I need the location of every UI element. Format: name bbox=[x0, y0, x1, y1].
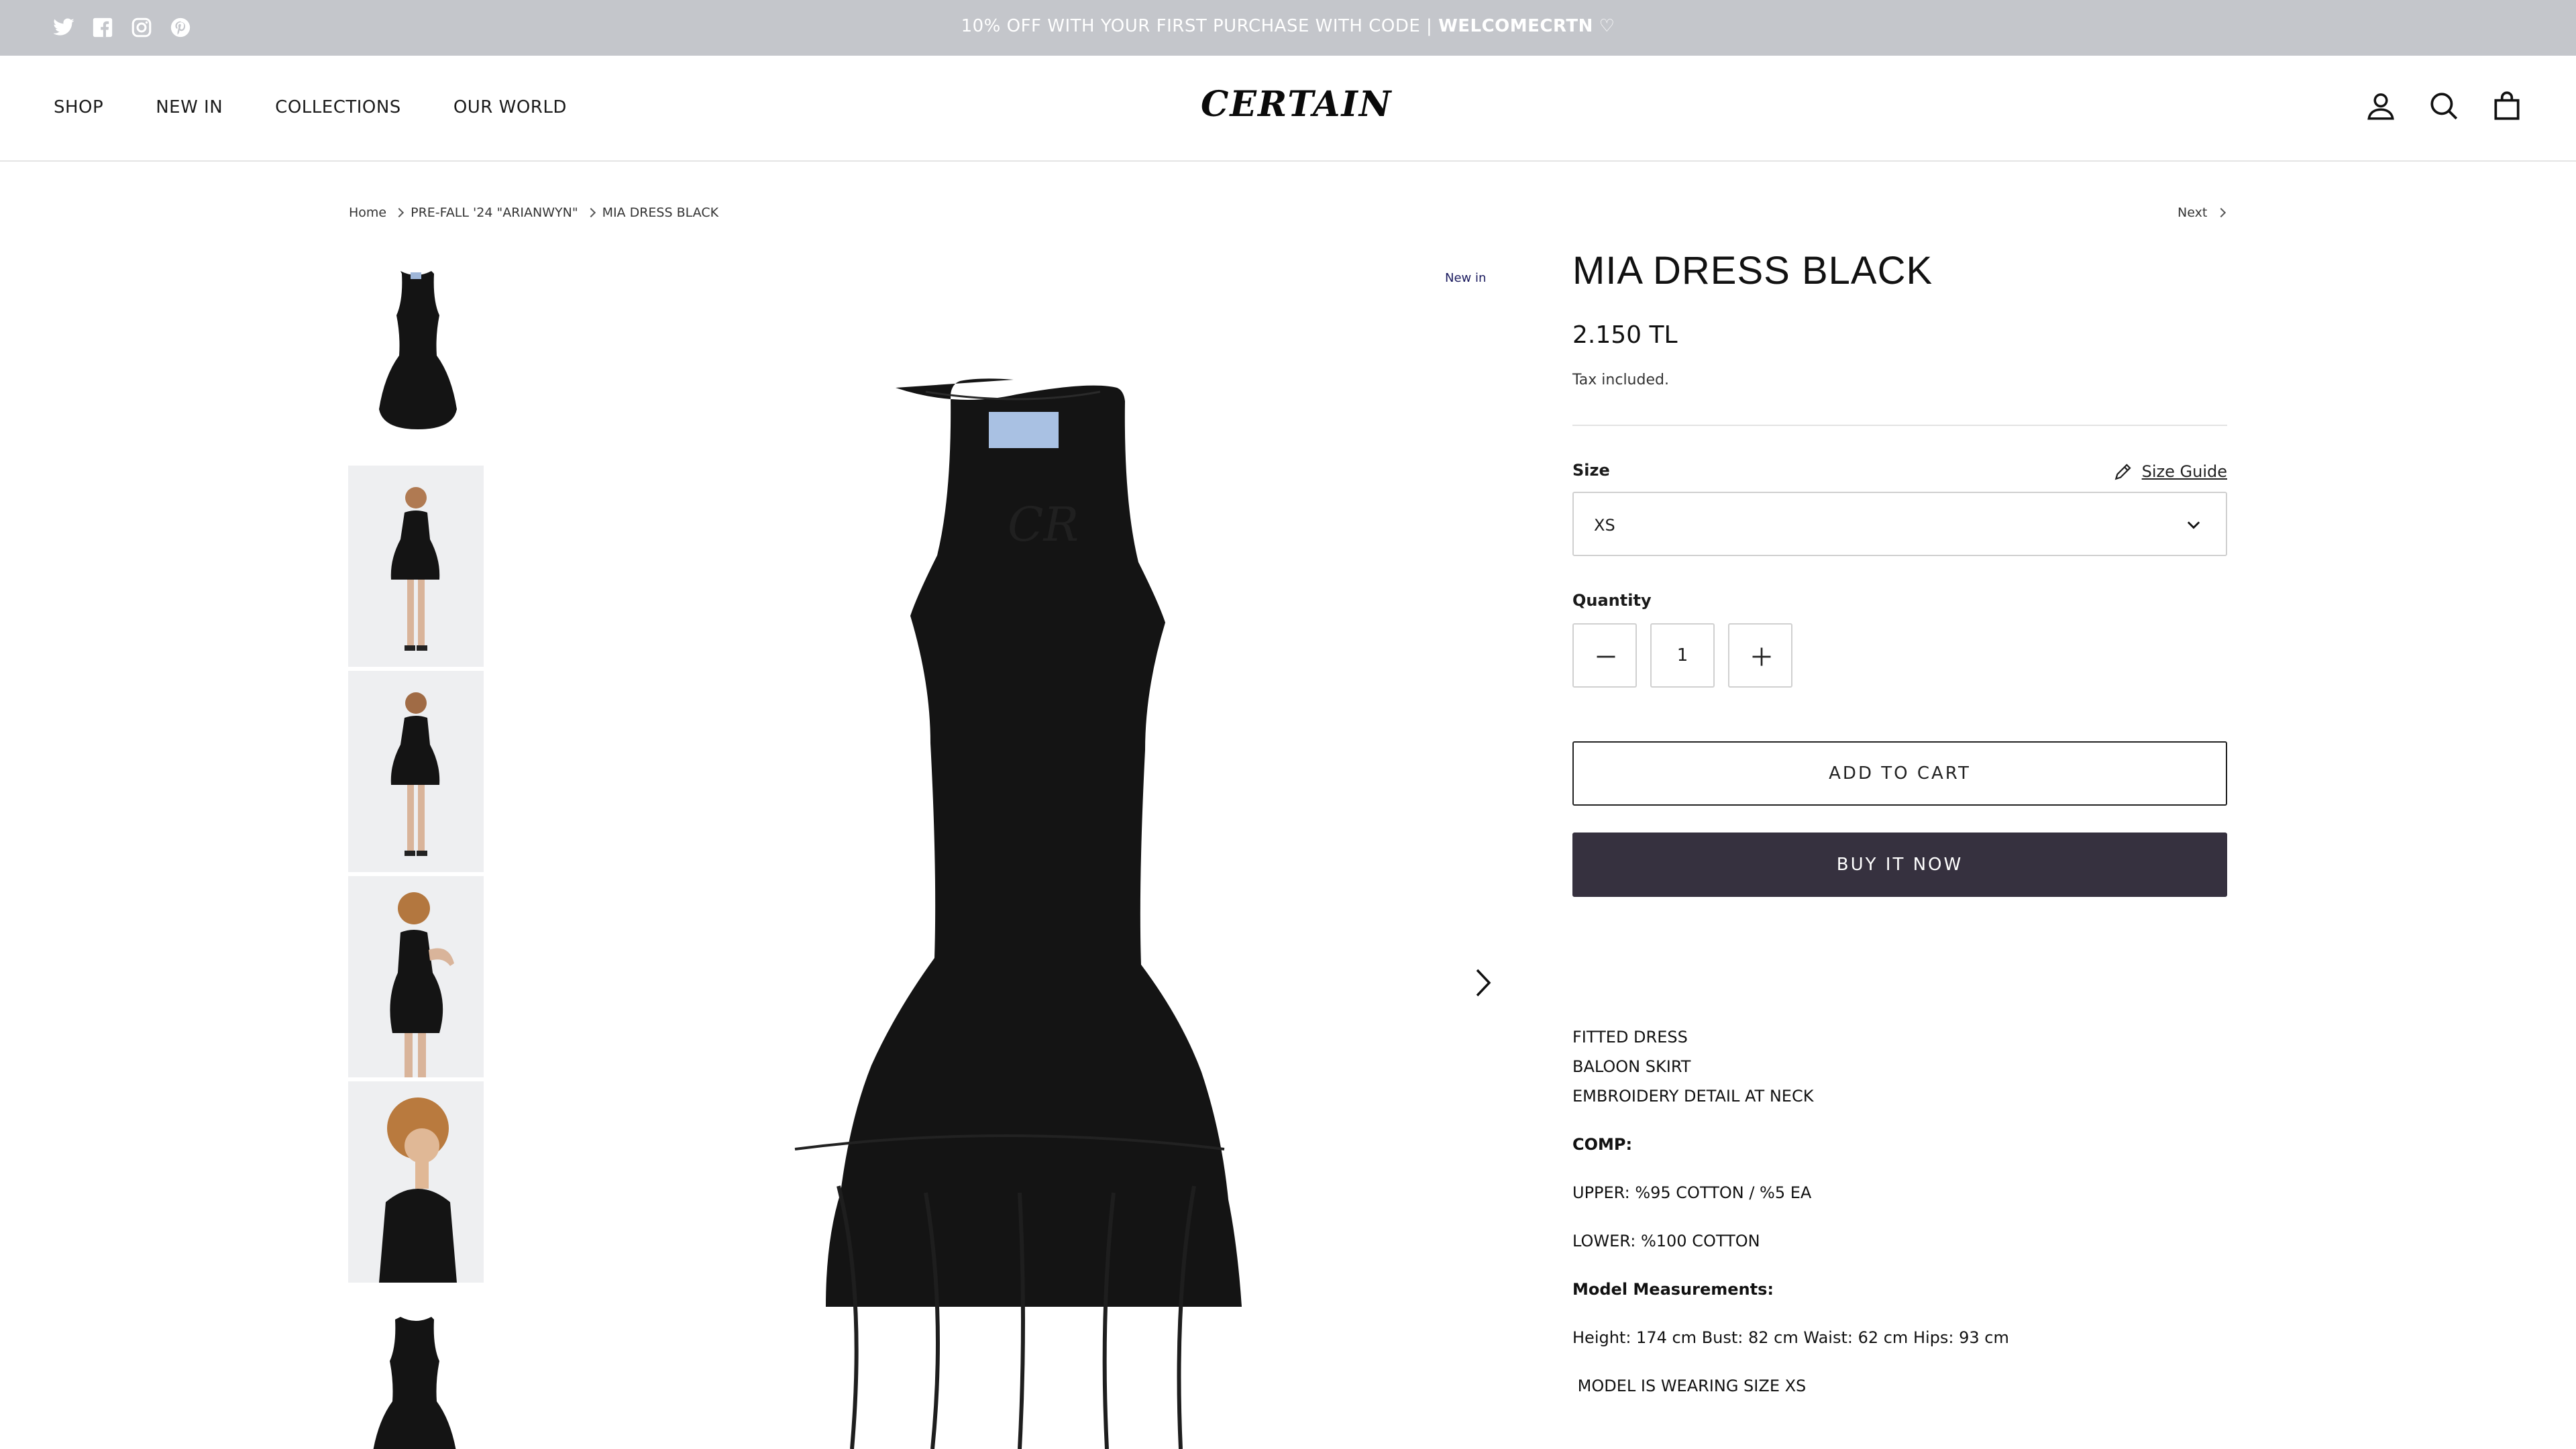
feature-item: FITTED DRESS bbox=[1572, 1028, 1688, 1046]
nav-our-world[interactable]: OUR WORLD bbox=[453, 97, 567, 117]
quantity-stepper: 1 bbox=[1572, 623, 2227, 688]
thumbnail-1[interactable] bbox=[348, 260, 484, 462]
model-size-note: MODEL IS WEARING SIZE XS bbox=[1572, 1377, 1807, 1395]
size-select-value[interactable]: XS bbox=[1594, 516, 1615, 535]
nav-collections[interactable]: COLLECTIONS bbox=[275, 97, 401, 117]
thumbnail-3[interactable] bbox=[348, 671, 484, 872]
comp-lower: LOWER: %100 COTTON bbox=[1572, 1232, 1760, 1250]
divider bbox=[1572, 425, 2227, 426]
quantity-increase-button[interactable] bbox=[1728, 623, 1792, 688]
breadcrumb-collection[interactable]: PRE-FALL '24 "ARIANWYN" bbox=[411, 205, 578, 220]
minus-icon bbox=[1597, 655, 1615, 658]
product-description: FITTED DRESS BALOON SKIRT EMBROIDERY DET… bbox=[1572, 1022, 2227, 1401]
chevron-right-icon bbox=[2216, 207, 2226, 218]
feature-item: BALOON SKIRT bbox=[1572, 1057, 1691, 1076]
breadcrumb: Home PRE-FALL '24 "ARIANWYN" MIA DRESS B… bbox=[349, 205, 718, 220]
comp-label: COMP: bbox=[1572, 1135, 1633, 1154]
tax-note: Tax included. bbox=[1572, 372, 1669, 388]
main-nav: SHOP NEW IN COLLECTIONS OUR WORLD bbox=[54, 97, 619, 117]
buy-now-button[interactable]: BUY IT NOW bbox=[1572, 833, 2227, 897]
thumbnail-5[interactable] bbox=[348, 1081, 484, 1283]
next-label[interactable]: Next bbox=[2178, 205, 2207, 220]
product-title: MIA DRESS BLACK bbox=[1572, 249, 1933, 292]
heart-icon: ♡ bbox=[1593, 16, 1615, 36]
next-product-link[interactable]: Next bbox=[2178, 205, 2226, 220]
promo-message: 10% OFF WITH YOUR FIRST PURCHASE WITH CO… bbox=[0, 16, 2576, 36]
site-header: SHOP NEW IN COLLECTIONS OUR WORLD CERTAI… bbox=[0, 56, 2576, 162]
thumbnail-4[interactable] bbox=[348, 876, 484, 1077]
thumbnail-6[interactable] bbox=[348, 1287, 484, 1449]
ruler-pencil-icon bbox=[2114, 464, 2131, 480]
model-measurements: Height: 174 cm Bust: 82 cm Waist: 62 cm … bbox=[1572, 1328, 2009, 1347]
chevron-down-icon bbox=[2187, 521, 2200, 529]
add-to-cart-button[interactable]: ADD TO CART bbox=[1572, 741, 2227, 806]
quantity-label: Quantity bbox=[1572, 591, 1652, 610]
cart-icon[interactable] bbox=[2490, 89, 2524, 123]
product-info: MIA DRESS BLACK 2.150 TL Tax included. S… bbox=[1572, 248, 2227, 897]
quantity-decrease-button[interactable] bbox=[1572, 623, 1637, 688]
product-price: 2.150 TL bbox=[1572, 321, 1678, 349]
promo-code: WELCOMECRTN bbox=[1438, 16, 1593, 36]
search-icon[interactable] bbox=[2427, 89, 2461, 123]
nav-new-in[interactable]: NEW IN bbox=[156, 97, 223, 117]
promo-text: 10% OFF WITH YOUR FIRST PURCHASE WITH CO… bbox=[961, 16, 1439, 36]
size-guide-link[interactable]: Size Guide bbox=[2112, 461, 2227, 482]
header-actions bbox=[2364, 89, 2524, 123]
chevron-right-icon bbox=[394, 207, 405, 218]
comp-upper: UPPER: %95 COTTON / %5 EA bbox=[1572, 1183, 1812, 1202]
feature-item: EMBROIDERY DETAIL AT NECK bbox=[1572, 1087, 1814, 1106]
model-measurements-label: Model Measurements: bbox=[1572, 1280, 1774, 1299]
breadcrumb-home[interactable]: Home bbox=[349, 205, 386, 220]
announcement-bar: 10% OFF WITH YOUR FIRST PURCHASE WITH CO… bbox=[0, 0, 2576, 56]
quantity-input[interactable]: 1 bbox=[1650, 623, 1715, 688]
size-row: Size Size Guide bbox=[1572, 461, 2227, 481]
size-select[interactable]: XS bbox=[1572, 492, 2227, 556]
breadcrumb-current: MIA DRESS BLACK bbox=[602, 205, 719, 220]
nav-shop[interactable]: SHOP bbox=[54, 97, 103, 117]
size-label: Size bbox=[1572, 461, 1610, 480]
new-in-badge: New in bbox=[1445, 271, 1487, 285]
thumbnail-2[interactable] bbox=[348, 466, 484, 667]
plus-icon bbox=[1752, 647, 1771, 666]
site-logo[interactable]: CERTAIN bbox=[1201, 84, 1391, 125]
chevron-right-icon bbox=[586, 207, 596, 218]
svg-text:CR: CR bbox=[1008, 497, 1079, 552]
account-icon[interactable] bbox=[2364, 89, 2398, 123]
size-guide-label[interactable]: Size Guide bbox=[2142, 462, 2227, 481]
chevron-right-icon[interactable] bbox=[1469, 966, 1496, 1000]
main-product-image[interactable]: CR bbox=[523, 260, 1489, 1449]
